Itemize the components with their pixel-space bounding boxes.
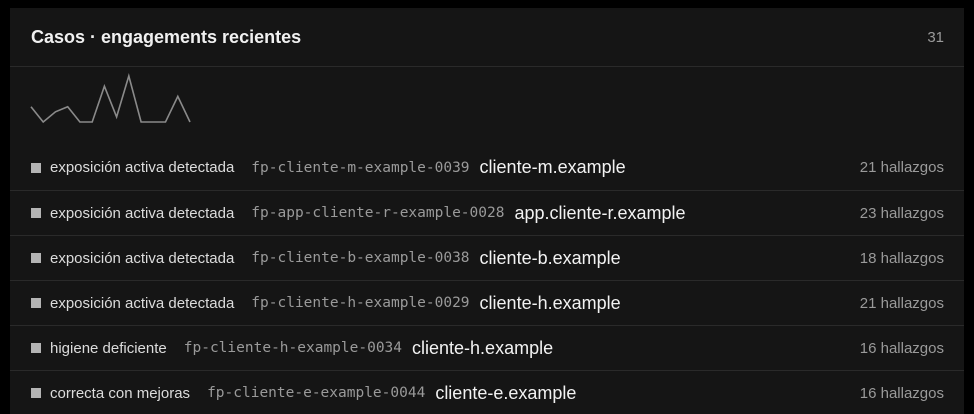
case-list: exposición activa detectada fp-cliente-m… bbox=[10, 145, 964, 414]
sparkline-series bbox=[30, 73, 191, 124]
case-domain: app.cliente-r.example bbox=[514, 202, 686, 223]
case-row[interactable]: exposición activa detectada fp-cliente-b… bbox=[10, 235, 964, 280]
case-findings: 21 hallazgos bbox=[859, 159, 944, 176]
case-findings: 16 hallazgos bbox=[859, 339, 944, 357]
case-count: 31 bbox=[927, 28, 944, 46]
status-square-icon bbox=[31, 208, 41, 218]
case-fingerprint: fp-cliente-h-example-0029 bbox=[251, 295, 470, 311]
case-fingerprint: fp-cliente-h-example-0034 bbox=[183, 340, 403, 356]
case-fingerprint: fp-cliente-m-example-0039 bbox=[251, 159, 470, 176]
case-row[interactable]: exposición activa detectada fp-cliente-m… bbox=[10, 145, 964, 190]
case-row[interactable]: exposición activa detectada fp-cliente-h… bbox=[10, 280, 964, 325]
case-fingerprint: fp-cliente-b-example-0038 bbox=[251, 250, 470, 266]
panel-title: Casos · engagements recientes bbox=[31, 26, 302, 47]
case-findings: 16 hallazgos bbox=[859, 384, 944, 402]
case-status: exposición activa detectada bbox=[50, 159, 235, 176]
case-domain: cliente-h.example bbox=[412, 337, 554, 358]
case-status: exposición activa detectada bbox=[50, 204, 235, 222]
case-status: correcta con mejoras bbox=[50, 384, 191, 402]
case-status: higiene deficiente bbox=[50, 339, 167, 357]
recent-cases-panel: Casos · engagements recientes 31 exposic… bbox=[10, 8, 964, 414]
case-findings: 21 hallazgos bbox=[859, 294, 944, 312]
sparkline-area bbox=[10, 67, 964, 145]
status-square-icon bbox=[31, 298, 41, 308]
case-domain: cliente-e.example bbox=[435, 382, 577, 403]
case-fingerprint: fp-app-cliente-r-example-0028 bbox=[251, 205, 505, 221]
case-domain: cliente-b.example bbox=[479, 247, 621, 268]
status-square-icon bbox=[31, 253, 41, 263]
case-row[interactable]: higiene deficiente fp-cliente-h-example-… bbox=[10, 325, 964, 370]
case-row[interactable]: correcta con mejoras fp-cliente-e-exampl… bbox=[10, 370, 964, 414]
case-status: exposición activa detectada bbox=[50, 294, 235, 312]
case-row[interactable]: exposición activa detectada fp-app-clien… bbox=[10, 190, 964, 235]
case-findings: 18 hallazgos bbox=[859, 249, 944, 267]
sparkline-chart bbox=[30, 73, 191, 124]
case-findings: 23 hallazgos bbox=[859, 204, 944, 222]
case-domain: cliente-h.example bbox=[479, 292, 621, 313]
case-domain: cliente-m.example bbox=[479, 157, 626, 177]
panel-header: Casos · engagements recientes 31 bbox=[10, 8, 964, 67]
case-status: exposición activa detectada bbox=[50, 249, 235, 267]
status-square-icon bbox=[31, 343, 41, 353]
case-fingerprint: fp-cliente-e-example-0044 bbox=[207, 385, 426, 401]
status-square-icon bbox=[31, 162, 41, 173]
status-square-icon bbox=[31, 388, 41, 398]
